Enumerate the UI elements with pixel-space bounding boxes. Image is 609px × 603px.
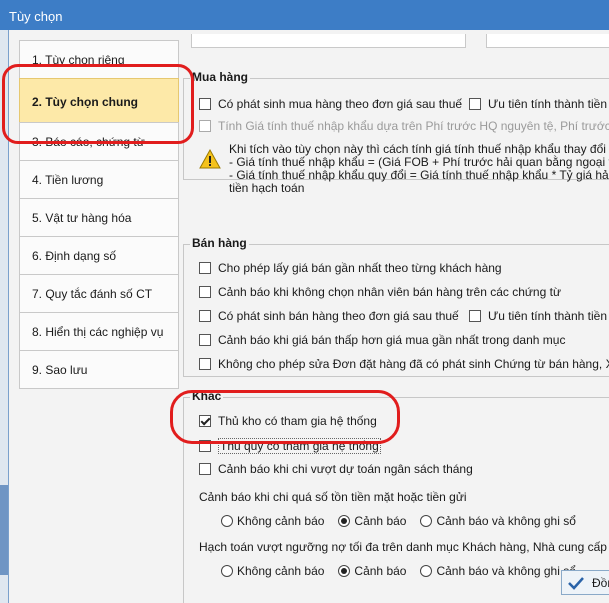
nav-item-rieng[interactable]: 1. Tùy chọn riêng (19, 40, 179, 79)
checkbox[interactable] (199, 415, 211, 427)
truncated-field (486, 34, 609, 48)
ok-button[interactable]: Đồng (561, 570, 609, 595)
option-canh-bao-nhan-vien[interactable]: Cảnh báo khi không chọn nhân viên bán hà… (199, 285, 561, 299)
group-title: Khác (190, 389, 224, 403)
checkbox[interactable] (199, 120, 211, 132)
option-mua-sau-thue[interactable]: Có phát sinh mua hàng theo đơn giá sau t… (199, 97, 462, 111)
label-vuot-nguong-no: Hạch toán vượt ngưỡng nợ tối đa trên dan… (199, 540, 607, 554)
checkbox[interactable] (469, 98, 481, 110)
checkbox[interactable] (199, 358, 211, 370)
group-mua-hang: Mua hàng Có phát sinh mua hàng theo đơn … (183, 70, 609, 195)
radio-canh-bao-khong-ghi-so[interactable]: Cảnh báo và không ghi sổ (420, 564, 576, 578)
radio-canh-bao[interactable]: Cảnh báo (338, 564, 406, 578)
nav-item-saoluu[interactable]: 9. Sao lưu (19, 350, 179, 389)
options-content: Mua hàng Có phát sinh mua hàng theo đơn … (181, 34, 609, 603)
nav-item-quytac[interactable]: 7. Quy tắc đánh số CT (19, 274, 179, 313)
background-window-fragment (0, 485, 8, 575)
nav-item-chung[interactable]: 2. Tùy chọn chung (19, 78, 179, 123)
option-gia-ban-thap[interactable]: Cảnh báo khi giá bán thấp hơn giá mua gầ… (199, 333, 565, 347)
radio-group-nguong-no: Không cảnh báo Cảnh báo Cảnh báo và khôn… (221, 564, 576, 578)
option-thu-kho[interactable]: Thủ kho có tham gia hệ thống (199, 414, 377, 428)
group-ban-hang: Bán hàng Cho phép lấy giá bán gần nhất t… (183, 236, 609, 377)
info-note: Khi tích vào tùy chọn này thì cách tính … (229, 142, 609, 195)
option-uu-tien-thanh-tien-ban[interactable]: Ưu tiên tính thành tiền the (469, 309, 609, 323)
radio-canh-bao-khong-ghi-so[interactable]: Cảnh báo và không ghi sổ (420, 514, 576, 528)
options-dialog: 1. Tùy chọn riêng 2. Tùy chọn chung 3. B… (8, 30, 609, 603)
checkbox[interactable] (199, 262, 211, 274)
nav-item-vattu[interactable]: 5. Vật tư hàng hóa (19, 198, 179, 237)
radio-canh-bao[interactable]: Cảnh báo (338, 514, 406, 528)
truncated-field (191, 34, 466, 48)
option-uu-tien-thanh-tien[interactable]: Ưu tiên tính thành tiền the (469, 97, 609, 111)
group-khac: Khác Thủ kho có tham gia hệ thống Thủ qu… (183, 389, 609, 603)
checkbox[interactable] (199, 310, 211, 322)
nav-item-hienthi[interactable]: 8. Hiển thị các nghiệp vụ (19, 312, 179, 351)
warning-icon (199, 149, 221, 169)
group-title: Mua hàng (190, 70, 250, 84)
checkbox[interactable] (199, 98, 211, 110)
checkbox[interactable] (199, 440, 211, 452)
options-nav: 1. Tùy chọn riêng 2. Tùy chọn chung 3. B… (19, 40, 179, 389)
radio-khong-canh-bao[interactable]: Không cảnh báo (221, 514, 324, 528)
checkbox[interactable] (199, 334, 211, 346)
option-gia-tinh-thue[interactable]: Tính Giá tính thuế nhập khẩu dựa trên Ph… (199, 119, 609, 133)
label-canh-bao-chi-qua: Cảnh báo khi chi quá số tồn tiền mặt hoặ… (199, 490, 467, 504)
checkbox[interactable] (469, 310, 481, 322)
radio-khong-canh-bao[interactable]: Không cảnh báo (221, 564, 324, 578)
check-icon (568, 576, 584, 590)
window-title: Tùy chọn (0, 0, 609, 30)
group-title: Bán hàng (190, 236, 249, 250)
option-gia-ban-gan-nhat[interactable]: Cho phép lấy giá bán gần nhất theo từng … (199, 261, 502, 275)
option-vuot-du-toan[interactable]: Cảnh báo khi chi vượt dự toán ngân sách … (199, 462, 473, 476)
checkbox[interactable] (199, 286, 211, 298)
radio-group-chi-qua: Không cảnh báo Cảnh báo Cảnh báo và khôn… (221, 514, 576, 528)
nav-item-baocao[interactable]: 3. Báo cáo, chứng từ (19, 122, 179, 161)
option-thu-quy[interactable]: Thủ quỹ có tham gia hệ thống (199, 438, 381, 454)
nav-item-dinhdang[interactable]: 6. Định dạng số (19, 236, 179, 275)
checkbox[interactable] (199, 463, 211, 475)
option-khong-sua-don[interactable]: Không cho phép sửa Đơn đặt hàng đã có ph… (199, 357, 609, 371)
nav-item-tienluong[interactable]: 4. Tiền lương (19, 160, 179, 199)
option-ban-sau-thue[interactable]: Có phát sinh bán hàng theo đơn giá sau t… (199, 309, 459, 323)
